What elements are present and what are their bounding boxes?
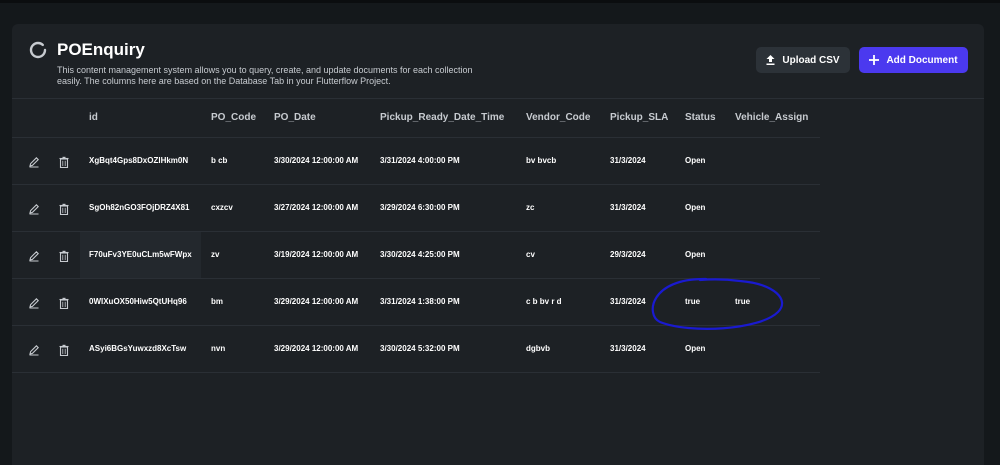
pencil-icon[interactable] [28,343,40,356]
trash-icon[interactable] [58,249,70,263]
plus-icon [869,55,880,65]
column-header-po-code[interactable]: PO_Code [211,99,256,137]
collection-header: POEnquiry This content management system… [12,24,984,99]
trash-icon[interactable] [58,202,70,216]
cell-po-code: cxzcv [211,203,233,212]
column-header-pickup-ready[interactable]: Pickup_Ready_Date_Time [380,99,504,137]
table-row[interactable]: F70uFv3YE0uCLm5wFWpx zv 3/19/2024 12:00:00… [12,232,820,279]
column-header-po-date[interactable]: PO_Date [274,99,316,137]
trash-icon[interactable] [58,296,70,310]
cell-vendor-code: dgbvb [526,344,550,353]
table-header-row: id PO_Code PO_Date Pickup_Ready_Date_Tim… [12,99,820,138]
upload-icon [766,55,775,65]
cell-po-date: 3/19/2024 12:00:00 AM [274,250,359,259]
cell-po-code: nvn [211,344,226,353]
cell-id: F70uFv3YE0uCLm5wFWpx [89,250,192,259]
cell-pickup-ready: 3/31/2024 1:38:00 PM [380,297,460,306]
column-header-vendor-code[interactable]: Vendor_Code [526,99,590,137]
cell-status: Open [685,203,706,212]
table-row[interactable]: XgBqt4Gps8DxOZlHkm0N b cb 3/30/2024 12:00:… [12,138,820,185]
cell-status: Open [685,156,706,165]
cell-pickup-ready: 3/29/2024 6:30:00 PM [380,203,460,212]
cell-status: true [685,297,701,306]
column-header-pickup-sla[interactable]: Pickup_SLA [610,99,668,137]
add-document-label: Add Document [886,54,958,66]
cell-vendor-code: bv bvcb [526,156,557,165]
page-description: This content management system allows yo… [57,65,473,86]
cell-status: Open [685,344,706,353]
column-header-id[interactable]: id [89,99,98,137]
cell-po-date: 3/29/2024 12:00:00 AM [274,297,359,306]
cell-po-code: zv [211,250,220,259]
cell-vendor-code: cv [526,250,535,259]
pencil-icon[interactable] [28,249,40,262]
cell-id: XgBqt4Gps8DxOZlHkm0N [89,156,189,165]
trash-icon[interactable] [58,343,70,357]
cell-pickup-ready: 3/30/2024 4:25:00 PM [380,250,460,259]
cell-pickup-sla: 31/3/2024 [610,156,646,165]
cell-vendor-code: zc [526,203,535,212]
cell-po-date: 3/30/2024 12:00:00 AM [274,156,359,165]
cell-pickup-sla: 31/3/2024 [610,344,646,353]
cell-pickup-sla: 29/3/2024 [610,250,646,259]
column-header-status[interactable]: Status [685,99,716,137]
upload-csv-button[interactable]: Upload CSV [756,47,850,73]
page-title: POEnquiry [57,40,145,59]
cell-pickup-ready: 3/31/2024 4:00:00 PM [380,156,460,165]
content-panel: POEnquiry This content management system… [12,24,984,465]
cell-po-date: 3/27/2024 12:00:00 AM [274,203,359,212]
cell-vehicle-assign: true [735,297,751,306]
column-header-vehicle-assign[interactable]: Vehicle_Assign [735,99,808,137]
cell-id: 0WIXuOX50Hiw5QtUHq96 [89,297,187,306]
cell-po-code: b cb [211,156,228,165]
cell-vendor-code: c b bv r d [526,297,562,306]
cell-id: ASyi6BGsYuwxzd8XcTsw [89,344,187,353]
spinner-logo-icon [29,41,47,59]
cell-po-date: 3/29/2024 12:00:00 AM [274,344,359,353]
top-border [0,0,1000,3]
table-body: XgBqt4Gps8DxOZlHkm0N b cb 3/30/2024 12:00:… [12,138,820,373]
cell-status: Open [685,250,706,259]
upload-csv-label: Upload CSV [782,54,840,66]
trash-icon[interactable] [58,155,70,169]
pencil-icon[interactable] [28,155,40,168]
table-row[interactable]: ASyi6BGsYuwxzd8XcTsw nvn 3/29/2024 12:00:… [12,326,820,373]
documents-table: id PO_Code PO_Date Pickup_Ready_Date_Tim… [12,99,820,373]
table-row[interactable]: 0WIXuOX50Hiw5QtUHq96 bm 3/29/2024 12:00:00… [12,279,820,326]
cell-id: SgOh82nGO3FOjDRZ4X81 [89,203,190,212]
cell-pickup-ready: 3/30/2024 5:32:00 PM [380,344,460,353]
pencil-icon[interactable] [28,202,40,215]
pencil-icon[interactable] [28,296,40,309]
cell-pickup-sla: 31/3/2024 [610,203,646,212]
table-row[interactable]: SgOh82nGO3FOjDRZ4X81 cxzcv 3/27/2024 12:00… [12,185,820,232]
add-document-button[interactable]: Add Document [859,47,968,73]
cell-po-code: bm [211,297,223,306]
cell-pickup-sla: 31/3/2024 [610,297,646,306]
